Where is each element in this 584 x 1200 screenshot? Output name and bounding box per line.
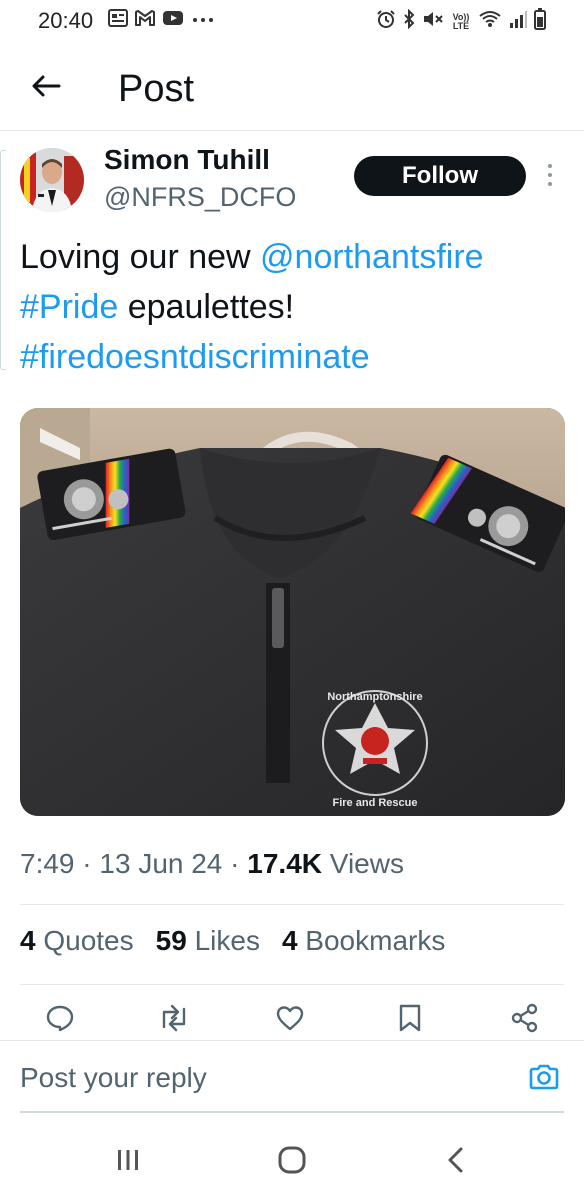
- system-back-button[interactable]: [426, 1142, 486, 1182]
- views-label: Views: [322, 848, 404, 879]
- post-image[interactable]: Northamptonshire Fire and Rescue: [20, 408, 565, 816]
- mention-link[interactable]: @northantsfire: [260, 238, 484, 276]
- status-right-icons: Vo)) LTE: [376, 8, 546, 35]
- header-divider: [0, 130, 584, 131]
- gmail-icon: [134, 9, 156, 32]
- avatar[interactable]: [20, 148, 84, 212]
- post-text: Loving our new @northantsfire #Pride epa…: [20, 232, 570, 382]
- post-actions: [0, 1000, 584, 1040]
- alarm-icon: [376, 9, 396, 34]
- share-button[interactable]: [505, 1000, 545, 1040]
- quotes-stat[interactable]: 4 Quotes: [20, 925, 134, 957]
- youtube-icon: [162, 9, 184, 32]
- status-left-icons: [108, 9, 216, 32]
- status-bar: 20:40 Vo)) LTE: [0, 0, 584, 40]
- page-title: Post: [118, 68, 195, 110]
- badge-text-bottom: Fire and Rescue: [333, 797, 418, 809]
- share-icon: [510, 1003, 540, 1038]
- bookmarks-stat[interactable]: 4 Bookmarks: [282, 925, 445, 957]
- signal-icon: [508, 9, 528, 34]
- like-button[interactable]: [270, 1000, 310, 1040]
- likes-stat[interactable]: 59 Likes: [156, 925, 260, 957]
- post-meta: 7:49 · 13 Jun 24 · 17.4K Views: [20, 848, 404, 880]
- divider: [20, 984, 564, 985]
- back-button[interactable]: [24, 66, 68, 110]
- post-text-part: epaulettes!: [118, 288, 295, 326]
- status-time: 20:40: [38, 8, 94, 33]
- likes-label: Likes: [186, 925, 260, 956]
- reply-underline: [20, 1111, 564, 1113]
- battery-icon: [534, 8, 546, 35]
- hashtag-link[interactable]: #Pride: [20, 288, 118, 326]
- reply-bar: [0, 1040, 584, 1114]
- author-display-name[interactable]: Simon Tuhill: [104, 144, 270, 176]
- bookmarks-label: Bookmarks: [297, 925, 446, 956]
- divider: [20, 904, 564, 905]
- bluetooth-icon: [402, 8, 416, 34]
- reply-icon: [45, 1003, 75, 1038]
- camera-icon: [528, 1063, 560, 1096]
- more-options-button[interactable]: [540, 158, 560, 192]
- wifi-icon: [478, 9, 502, 34]
- recents-button[interactable]: [98, 1142, 158, 1182]
- meta-separator: ·: [222, 848, 248, 879]
- post-time[interactable]: 7:49: [20, 848, 75, 879]
- more-dots-icon: [190, 9, 216, 32]
- like-icon: [275, 1004, 305, 1037]
- post-date[interactable]: 13 Jun 24: [99, 848, 222, 879]
- follow-button[interactable]: Follow: [354, 156, 526, 196]
- meta-separator: ·: [74, 848, 100, 879]
- gallery-icon: [108, 9, 128, 32]
- bookmarks-count: 4: [281, 925, 298, 956]
- chevron-left-icon: [446, 1146, 466, 1179]
- home-button[interactable]: [262, 1142, 322, 1182]
- more-vertical-dot: [548, 173, 552, 177]
- repost-button[interactable]: [154, 1000, 194, 1040]
- bookmark-button[interactable]: [390, 1000, 430, 1040]
- arrow-left-icon: [31, 74, 61, 103]
- reply-input[interactable]: [20, 1057, 500, 1099]
- quotes-count: 4: [20, 925, 36, 956]
- post-text-part: Loving our new: [20, 238, 261, 276]
- left-edge-indicator: [0, 150, 6, 370]
- quotes-label: Quotes: [35, 925, 134, 956]
- hashtag-link[interactable]: #firedoesntdiscriminate: [20, 338, 370, 376]
- post-header: Post: [0, 52, 584, 130]
- home-icon: [277, 1145, 307, 1180]
- bookmark-icon: [397, 1003, 423, 1038]
- author-handle[interactable]: @NFRS_DCFO: [104, 182, 296, 213]
- recents-icon: [114, 1147, 142, 1178]
- mute-icon: [422, 9, 444, 34]
- likes-count: 59: [155, 925, 187, 956]
- badge-text-top: Northamptonshire: [327, 691, 422, 703]
- views-count: 17.4K: [247, 848, 322, 879]
- more-vertical-dot: [548, 182, 552, 186]
- post-stats: 4 Quotes 59 Likes 4 Bookmarks: [20, 925, 445, 957]
- more-vertical-icon: [548, 164, 552, 168]
- reply-button[interactable]: [40, 1000, 80, 1040]
- system-nav-bar: [0, 1124, 584, 1200]
- camera-button[interactable]: [524, 1059, 564, 1099]
- repost-icon: [158, 1003, 190, 1038]
- volte-icon: Vo)) LTE: [452, 11, 470, 31]
